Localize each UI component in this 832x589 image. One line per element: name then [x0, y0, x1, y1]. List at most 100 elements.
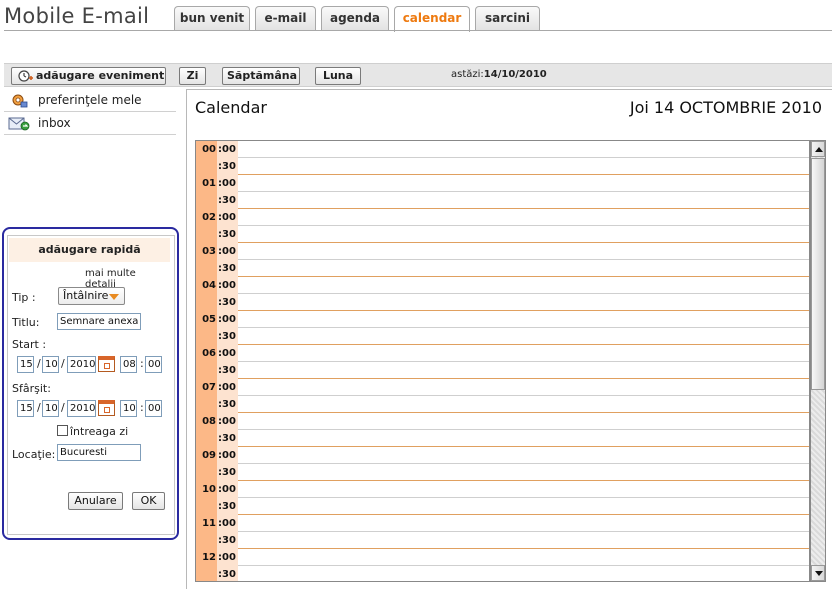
- hour-spacer: [196, 396, 217, 413]
- time-slot-hour[interactable]: 12:00: [196, 549, 809, 566]
- time-slot-half-hour[interactable]: :30: [196, 226, 809, 243]
- hour-spacer: [196, 192, 217, 209]
- title-input[interactable]: Semnare anexa: [57, 313, 141, 330]
- time-slot-hour[interactable]: 03:00: [196, 243, 809, 260]
- half-hour-label: :30: [217, 566, 238, 581]
- half-hour-label: :30: [217, 192, 238, 209]
- half-hour-label: :30: [217, 532, 238, 549]
- time-slot-half-hour[interactable]: :30: [196, 566, 809, 581]
- time-slot-half-hour[interactable]: :30: [196, 498, 809, 515]
- hour-label: 02: [196, 209, 217, 226]
- half-hour-label: :30: [217, 294, 238, 311]
- time-slot-half-hour[interactable]: :30: [196, 532, 809, 549]
- month-view-button[interactable]: Luna: [315, 67, 361, 85]
- end-calendar-picker-icon[interactable]: [98, 400, 115, 416]
- minute-label: :00: [217, 277, 238, 294]
- time-slot-hour[interactable]: 05:00: [196, 311, 809, 328]
- time-slot-hour[interactable]: 06:00: [196, 345, 809, 362]
- tab-e-mail[interactable]: e-mail: [255, 6, 316, 31]
- day-view-button[interactable]: Zi: [179, 67, 206, 85]
- cancel-button[interactable]: Anulare: [68, 492, 123, 510]
- time-slot-half-hour[interactable]: :30: [196, 192, 809, 209]
- quick-add-title: adăugare rapidă: [9, 238, 170, 262]
- start-month-input[interactable]: 10: [42, 356, 59, 373]
- hour-spacer: [196, 362, 217, 379]
- half-hour-label: :30: [217, 430, 238, 447]
- scroll-down-button[interactable]: [811, 565, 825, 581]
- minute-label: :00: [217, 345, 238, 362]
- time-slot-half-hour[interactable]: :30: [196, 294, 809, 311]
- hour-label: 05: [196, 311, 217, 328]
- end-year-input[interactable]: 2010: [67, 400, 96, 417]
- ok-button[interactable]: OK: [132, 492, 165, 510]
- minute-label: :00: [217, 481, 238, 498]
- day-time-grid[interactable]: 00:00:30 01:00:30 02:00:30 03:00:30 04:00:30…: [195, 140, 810, 582]
- end-day-input[interactable]: 15: [17, 400, 34, 417]
- end-month-input[interactable]: 10: [42, 400, 59, 417]
- start-calendar-picker-icon[interactable]: [98, 356, 115, 372]
- hour-label: 01: [196, 175, 217, 192]
- hour-spacer: [196, 532, 217, 549]
- start-label: Start :: [12, 338, 47, 351]
- sidebar-item-preferences[interactable]: preferinţele mele: [4, 89, 176, 112]
- half-hour-label: :30: [217, 260, 238, 277]
- all-day-checkbox[interactable]: [57, 425, 68, 436]
- sidebar-item-label: preferinţele mele: [38, 93, 142, 107]
- end-label: Sfârşit:: [12, 382, 51, 395]
- time-slot-hour[interactable]: 11:00: [196, 515, 809, 532]
- tab-sarcini[interactable]: sarcini: [475, 6, 540, 31]
- half-hour-label: :30: [217, 362, 238, 379]
- hour-label: 00: [196, 141, 217, 158]
- minute-label: :00: [217, 379, 238, 396]
- time-slot-half-hour[interactable]: :30: [196, 260, 809, 277]
- add-event-button[interactable]: adăugare eveniment: [11, 67, 166, 85]
- time-slot-half-hour[interactable]: :30: [196, 362, 809, 379]
- add-event-icon: [18, 70, 33, 82]
- end-hour-input[interactable]: 10: [120, 400, 137, 417]
- time-slot-hour[interactable]: 01:00: [196, 175, 809, 192]
- time-slot-half-hour[interactable]: :30: [196, 396, 809, 413]
- hour-label: 06: [196, 345, 217, 362]
- time-slot-half-hour[interactable]: :30: [196, 464, 809, 481]
- tab-calendar[interactable]: calendar: [394, 6, 470, 32]
- half-hour-label: :30: [217, 226, 238, 243]
- time-slot-hour[interactable]: 09:00: [196, 447, 809, 464]
- arrow-down-icon: [815, 571, 823, 576]
- time-slot-half-hour[interactable]: :30: [196, 430, 809, 447]
- minute-label: :00: [217, 311, 238, 328]
- minute-label: :00: [217, 243, 238, 260]
- time-slot-hour[interactable]: 02:00: [196, 209, 809, 226]
- time-slot-half-hour[interactable]: :30: [196, 328, 809, 345]
- hour-label: 11: [196, 515, 217, 532]
- time-slot-hour[interactable]: 08:00: [196, 413, 809, 430]
- start-hour-input[interactable]: 08: [120, 356, 137, 373]
- time-slot-hour[interactable]: 07:00: [196, 379, 809, 396]
- hour-spacer: [196, 328, 217, 345]
- time-slot-hour[interactable]: 00:00: [196, 141, 809, 158]
- type-select[interactable]: Întâlnire: [58, 287, 125, 305]
- location-input[interactable]: Bucuresti: [57, 444, 141, 461]
- minute-label: :00: [217, 141, 238, 158]
- start-year-input[interactable]: 2010: [67, 356, 96, 373]
- hour-label: 12: [196, 549, 217, 566]
- sidebar-item-inbox[interactable]: inbox: [4, 112, 176, 135]
- time-slot-half-hour[interactable]: :30: [196, 158, 809, 175]
- tab-bun-venit[interactable]: bun venit: [174, 6, 250, 31]
- hour-label: 04: [196, 277, 217, 294]
- location-label: Locaţie:: [12, 448, 56, 461]
- start-day-input[interactable]: 15: [17, 356, 34, 373]
- vertical-scrollbar[interactable]: [810, 140, 826, 582]
- scroll-thumb[interactable]: [811, 158, 825, 390]
- scroll-up-button[interactable]: [811, 141, 825, 157]
- tab-agenda[interactable]: agenda: [321, 6, 389, 31]
- calendar-date-heading: Joi 14 OCTOMBRIE 2010: [629, 98, 822, 117]
- end-minute-input[interactable]: 00: [145, 400, 162, 417]
- week-view-button[interactable]: Săptămâna: [222, 67, 300, 85]
- time-slot-hour[interactable]: 04:00: [196, 277, 809, 294]
- preferences-icon: [12, 94, 28, 108]
- start-minute-input[interactable]: 00: [145, 356, 162, 373]
- hour-label: 08: [196, 413, 217, 430]
- hour-label: 10: [196, 481, 217, 498]
- time-slot-hour[interactable]: 10:00: [196, 481, 809, 498]
- half-hour-label: :30: [217, 498, 238, 515]
